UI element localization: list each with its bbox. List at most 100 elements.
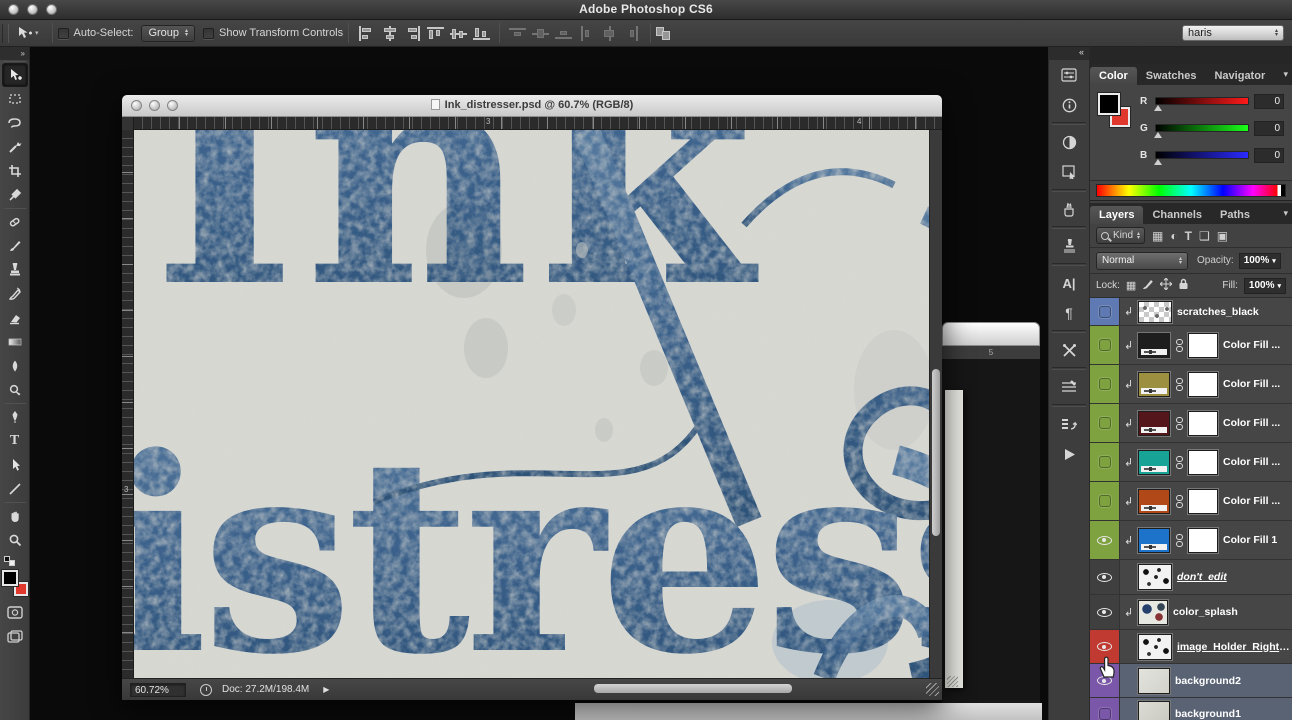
layer-name[interactable]: scratches_black xyxy=(1177,306,1259,318)
layer-thumbnail[interactable] xyxy=(1137,563,1173,591)
history-panel-icon[interactable] xyxy=(1052,409,1086,439)
layer-mask-thumbnail[interactable] xyxy=(1187,331,1219,359)
tool-hand[interactable] xyxy=(2,504,28,528)
align-right-edges-icon[interactable] xyxy=(404,25,421,41)
tool-presets-panel-icon[interactable] xyxy=(1052,335,1086,365)
distribute-horizontal-centers-icon[interactable] xyxy=(601,25,618,41)
slider-thumb[interactable] xyxy=(1154,159,1162,165)
distribute-bottom-edges-icon[interactable] xyxy=(555,26,573,41)
mask-link-icon[interactable] xyxy=(1175,494,1183,508)
tool-gradient[interactable] xyxy=(2,330,28,354)
foreground-background-swatches[interactable] xyxy=(0,569,29,597)
filter-type-layers-icon[interactable]: T xyxy=(1185,229,1192,243)
layer-name[interactable]: background2 xyxy=(1175,675,1241,687)
layer-name[interactable]: background1 xyxy=(1175,708,1241,720)
distribute-right-edges-icon[interactable] xyxy=(624,25,641,41)
layer-row[interactable]: ↲ Color Fill ... xyxy=(1090,404,1292,443)
tool-zoom[interactable] xyxy=(2,528,28,552)
filter-pixel-layers-icon[interactable]: ▦ xyxy=(1152,229,1163,243)
layer-row[interactable]: don't_edit xyxy=(1090,560,1292,595)
layer-name[interactable]: Color Fill 1 xyxy=(1223,534,1277,546)
layer-row[interactable]: ↲ Color Fill 1 xyxy=(1090,521,1292,560)
opacity-field[interactable]: 100% ▾ xyxy=(1238,252,1281,269)
mask-link-icon[interactable] xyxy=(1175,377,1183,391)
top-ruler[interactable]: 3 4 xyxy=(134,117,942,129)
fill-layer-thumbnail[interactable] xyxy=(1137,331,1171,359)
layer-thumbnail[interactable] xyxy=(1137,666,1171,695)
layer-name[interactable]: image_Holder_RightClic... xyxy=(1177,641,1292,653)
visibility-toggle[interactable] xyxy=(1090,595,1120,629)
mask-link-icon[interactable] xyxy=(1175,338,1183,352)
tool-dodge[interactable] xyxy=(2,378,28,402)
ruler-corner[interactable] xyxy=(122,117,134,130)
layer-row[interactable]: ↲ scratches_black xyxy=(1090,298,1292,326)
auto-align-layers-icon[interactable] xyxy=(656,26,674,41)
window-resize-grip[interactable] xyxy=(926,683,939,696)
lock-position-icon[interactable] xyxy=(1159,277,1173,293)
tool-pen[interactable] xyxy=(2,405,28,429)
layer-mask-thumbnail[interactable] xyxy=(1187,448,1219,476)
tab-layers[interactable]: Layers xyxy=(1090,206,1144,224)
fill-layer-thumbnail[interactable] xyxy=(1137,370,1171,398)
tool-rectangular-marquee[interactable] xyxy=(2,87,28,111)
align-left-edges-icon[interactable] xyxy=(358,25,375,41)
layer-name[interactable]: Color Fill ... xyxy=(1223,378,1280,390)
filter-shape-layers-icon[interactable]: ❑ xyxy=(1199,229,1210,243)
visibility-toggle[interactable] xyxy=(1090,404,1120,442)
masks-panel-icon[interactable] xyxy=(1052,127,1086,157)
paragraph-panel-icon[interactable]: ¶ xyxy=(1052,298,1086,328)
layer-name[interactable]: don't_edit xyxy=(1177,571,1227,583)
tool-line[interactable] xyxy=(2,477,28,501)
actions-panel-icon[interactable] xyxy=(1052,439,1086,469)
layer-thumbnail[interactable] xyxy=(1137,598,1169,626)
slider-thumb[interactable] xyxy=(1154,132,1162,138)
tool-type[interactable]: T xyxy=(2,429,28,453)
toolbox-collapse-chevrons[interactable]: » xyxy=(0,47,29,60)
visibility-toggle[interactable] xyxy=(1090,698,1120,720)
tool-history-brush[interactable] xyxy=(2,282,28,306)
blue-slider[interactable] xyxy=(1154,151,1249,165)
visibility-toggle[interactable] xyxy=(1090,664,1120,697)
layer-row[interactable]: ↲ Color Fill ... xyxy=(1090,365,1292,404)
background-window-resize-grip[interactable] xyxy=(947,676,958,687)
tool-clone-stamp[interactable] xyxy=(2,258,28,282)
layer-row[interactable]: ↲ Color Fill ... xyxy=(1090,482,1292,521)
layer-thumbnail[interactable] xyxy=(1137,632,1173,661)
green-slider[interactable] xyxy=(1154,124,1249,138)
blend-mode-dropdown[interactable]: Normal ▴ ▾ xyxy=(1096,251,1188,270)
color-spectrum-ramp[interactable] xyxy=(1096,184,1286,197)
distribute-vertical-centers-icon[interactable] xyxy=(532,26,550,41)
tool-quick-selection[interactable] xyxy=(2,135,28,159)
distribute-top-edges-icon[interactable] xyxy=(509,26,527,41)
layer-name[interactable]: Color Fill ... xyxy=(1223,339,1280,351)
fill-layer-thumbnail[interactable] xyxy=(1137,526,1171,554)
fill-layer-thumbnail[interactable] xyxy=(1137,448,1171,476)
auto-select-checkbox[interactable] xyxy=(57,27,69,39)
left-ruler[interactable]: 3 xyxy=(122,130,134,678)
lock-all-icon[interactable] xyxy=(1178,278,1189,293)
layer-row[interactable]: ↲ color_splash xyxy=(1090,595,1292,630)
layer-mask-thumbnail[interactable] xyxy=(1187,409,1219,437)
layer-name[interactable]: Color Fill ... xyxy=(1223,417,1280,429)
vertical-scrollbar[interactable] xyxy=(929,130,942,678)
foreground-color-swatch[interactable] xyxy=(0,569,19,587)
visibility-toggle[interactable] xyxy=(1090,521,1120,559)
tab-channels[interactable]: Channels xyxy=(1143,206,1211,224)
quick-mask-button[interactable] xyxy=(2,600,28,624)
red-value-field[interactable]: 0 xyxy=(1254,93,1284,109)
tab-color[interactable]: Color xyxy=(1090,67,1137,85)
filter-kind-dropdown[interactable]: Kind ▴ ▾ xyxy=(1096,227,1146,244)
layer-thumbnail[interactable] xyxy=(1137,299,1173,324)
layer-name[interactable]: Color Fill ... xyxy=(1223,495,1280,507)
document-titlebar[interactable]: Ink_distresser.psd @ 60.7% (RGB/8) xyxy=(122,95,942,117)
workspace-switcher[interactable]: haris ▴ ▾ xyxy=(1182,25,1284,41)
tool-eraser[interactable] xyxy=(2,306,28,330)
tool-preset-picker[interactable]: ▾ xyxy=(9,26,47,40)
auto-select-target-dropdown[interactable]: Group ▴ ▾ xyxy=(141,24,196,42)
zoom-level-field[interactable]: 60.72% xyxy=(130,682,186,697)
red-slider[interactable] xyxy=(1154,97,1249,111)
distribute-left-edges-icon[interactable] xyxy=(578,25,595,41)
tab-swatches[interactable]: Swatches xyxy=(1137,67,1206,85)
visibility-toggle[interactable] xyxy=(1090,326,1120,364)
background-document-window-titlebar[interactable] xyxy=(942,322,1040,346)
